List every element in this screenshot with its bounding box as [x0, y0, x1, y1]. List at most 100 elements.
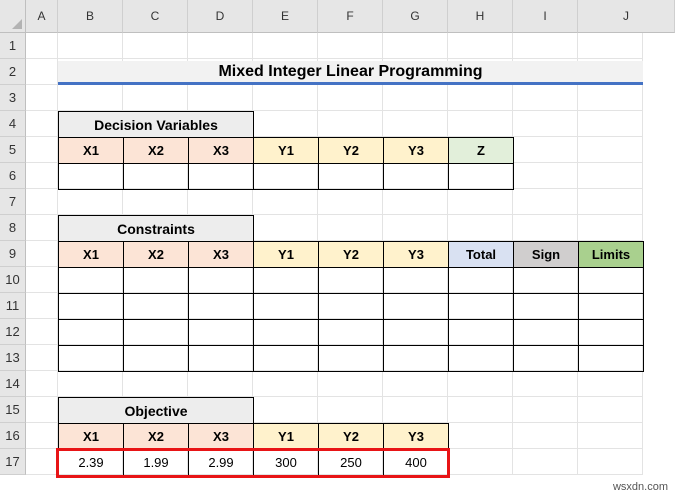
grid-cell[interactable] [253, 85, 318, 111]
grid-cell[interactable] [383, 371, 448, 397]
constraints-value-cell[interactable] [123, 267, 189, 294]
grid-cell[interactable] [578, 189, 643, 215]
grid-cell[interactable] [188, 371, 253, 397]
decision-header-y2[interactable]: Y2 [318, 137, 384, 164]
grid-cell[interactable] [578, 163, 643, 189]
grid-cell[interactable] [513, 189, 578, 215]
grid-cell[interactable] [26, 397, 58, 423]
grid-cell[interactable] [26, 449, 58, 475]
row-header-3[interactable]: 3 [0, 85, 26, 111]
grid-cell[interactable] [318, 215, 383, 241]
objective-header-y2[interactable]: Y2 [318, 423, 384, 450]
grid-cell[interactable] [578, 215, 643, 241]
grid-cell[interactable] [448, 397, 513, 423]
constraints-value-cell[interactable] [123, 293, 189, 320]
grid-cell[interactable] [383, 111, 448, 137]
constraints-value-cell[interactable] [188, 319, 254, 346]
grid-cell[interactable] [123, 33, 188, 59]
grid-cell[interactable] [578, 33, 643, 59]
grid-cell[interactable] [448, 371, 513, 397]
grid-cell[interactable] [448, 85, 513, 111]
constraints-value-cell[interactable] [448, 293, 514, 320]
row-header-9[interactable]: 9 [0, 241, 26, 267]
grid-cell[interactable] [26, 33, 58, 59]
grid-cell[interactable] [513, 137, 578, 163]
decision-value-cell[interactable] [123, 163, 189, 190]
select-all-corner[interactable] [0, 0, 26, 33]
column-header-f[interactable]: F [318, 0, 383, 33]
row-header-14[interactable]: 14 [0, 371, 26, 397]
grid-cell[interactable] [578, 137, 643, 163]
objective-label[interactable]: Objective [58, 397, 254, 424]
objective-header-x3[interactable]: X3 [188, 423, 254, 450]
grid-cell[interactable] [513, 33, 578, 59]
constraints-value-cell[interactable] [58, 267, 124, 294]
grid-cell[interactable] [26, 319, 58, 345]
constraints-value-cell[interactable] [513, 319, 579, 346]
objective-header-y1[interactable]: Y1 [253, 423, 319, 450]
grid-cell[interactable] [253, 371, 318, 397]
row-header-16[interactable]: 16 [0, 423, 26, 449]
constraints-value-cell[interactable] [578, 267, 644, 294]
constraints-value-cell[interactable] [513, 345, 579, 372]
constraints-header-y3[interactable]: Y3 [383, 241, 449, 268]
row-header-5[interactable]: 5 [0, 137, 26, 163]
grid-cell[interactable] [58, 371, 123, 397]
grid-cell[interactable] [448, 33, 513, 59]
constraints-header-limits[interactable]: Limits [578, 241, 644, 268]
grid-cell[interactable] [253, 215, 318, 241]
grid-cell[interactable] [578, 371, 643, 397]
row-header-1[interactable]: 1 [0, 33, 26, 59]
row-header-7[interactable]: 7 [0, 189, 26, 215]
grid-cell[interactable] [383, 85, 448, 111]
constraints-value-cell[interactable] [318, 293, 384, 320]
grid-cell[interactable] [318, 33, 383, 59]
decision-value-cell[interactable] [383, 163, 449, 190]
grid-cell[interactable] [513, 423, 578, 449]
constraints-value-cell[interactable] [318, 345, 384, 372]
grid-cell[interactable] [513, 111, 578, 137]
grid-cell[interactable] [448, 215, 513, 241]
row-header-8[interactable]: 8 [0, 215, 26, 241]
grid-cell[interactable] [578, 423, 643, 449]
sheet-title[interactable]: Mixed Integer Linear Programming [58, 61, 643, 85]
grid-cell[interactable] [513, 215, 578, 241]
grid-cell[interactable] [448, 111, 513, 137]
grid-cell[interactable] [253, 111, 318, 137]
constraints-header-x1[interactable]: X1 [58, 241, 124, 268]
constraints-value-cell[interactable] [58, 319, 124, 346]
constraints-value-cell[interactable] [318, 319, 384, 346]
constraints-header-sign[interactable]: Sign [513, 241, 579, 268]
constraints-value-cell[interactable] [253, 345, 319, 372]
grid-cell[interactable] [578, 397, 643, 423]
constraints-value-cell[interactable] [318, 267, 384, 294]
grid-cell[interactable] [253, 397, 318, 423]
decision-value-cell[interactable] [448, 163, 514, 190]
grid-cell[interactable] [26, 163, 58, 189]
constraints-header-y1[interactable]: Y1 [253, 241, 319, 268]
row-header-4[interactable]: 4 [0, 111, 26, 137]
constraints-value-cell[interactable] [383, 267, 449, 294]
grid-cell[interactable] [26, 137, 58, 163]
grid-cell[interactable] [26, 345, 58, 371]
constraints-value-cell[interactable] [578, 319, 644, 346]
grid-cell[interactable] [513, 449, 578, 475]
constraints-value-cell[interactable] [448, 319, 514, 346]
column-header-e[interactable]: E [253, 0, 318, 33]
objective-header-x2[interactable]: X2 [123, 423, 189, 450]
column-header-g[interactable]: G [383, 0, 448, 33]
grid-cell[interactable] [383, 33, 448, 59]
grid-cell[interactable] [253, 33, 318, 59]
grid-cell[interactable] [383, 397, 448, 423]
constraints-header-y2[interactable]: Y2 [318, 241, 384, 268]
constraints-value-cell[interactable] [253, 293, 319, 320]
grid-cell[interactable] [188, 33, 253, 59]
constraints-value-cell[interactable] [123, 345, 189, 372]
grid-cell[interactable] [448, 189, 513, 215]
row-header-15[interactable]: 15 [0, 397, 26, 423]
row-header-6[interactable]: 6 [0, 163, 26, 189]
constraints-value-cell[interactable] [578, 345, 644, 372]
constraints-value-cell[interactable] [123, 319, 189, 346]
grid-cell[interactable] [26, 267, 58, 293]
grid-cell[interactable] [26, 241, 58, 267]
